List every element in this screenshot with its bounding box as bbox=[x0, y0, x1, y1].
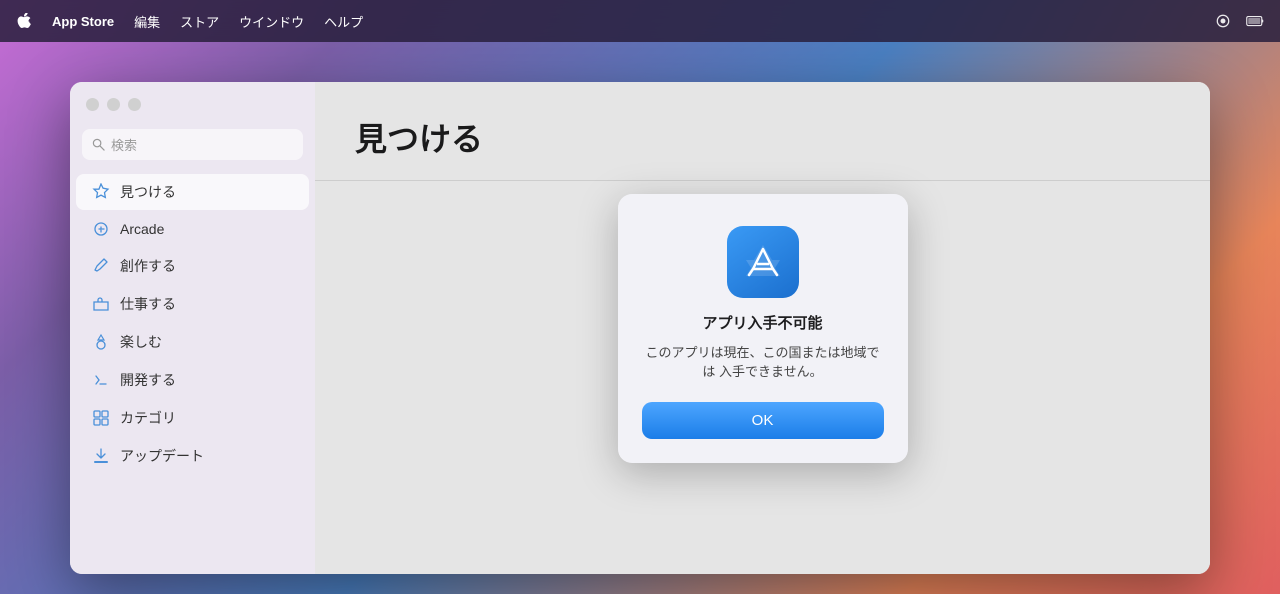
sidebar-item-develop[interactable]: 開発する bbox=[76, 362, 309, 398]
sidebar-item-work[interactable]: 仕事する bbox=[76, 286, 309, 322]
sidebar-item-updates[interactable]: アップデート bbox=[76, 438, 309, 474]
sidebar-label-updates: アップデート bbox=[120, 446, 204, 466]
star-icon bbox=[92, 183, 110, 201]
dialog-ok-button[interactable]: OK bbox=[642, 402, 884, 439]
apple-logo-icon bbox=[16, 13, 32, 29]
appstore-icon bbox=[740, 239, 786, 285]
traffic-light-close[interactable] bbox=[86, 98, 99, 111]
dialog-overlay: アプリ入手不可能 このアプリは現在、この国または地域では 入手できません。 OK bbox=[315, 82, 1210, 574]
app-name-menu[interactable]: App Store bbox=[52, 14, 114, 29]
sidebar-item-categories[interactable]: カテゴリ bbox=[76, 400, 309, 436]
sidebar: 検索 見つける Arcade 創作する bbox=[70, 82, 315, 574]
search-icon bbox=[92, 138, 105, 151]
sidebar-label-play: 楽しむ bbox=[120, 332, 162, 352]
traffic-light-maximize[interactable] bbox=[128, 98, 141, 111]
dialog-message: このアプリは現在、この国または地域では 入手できません。 bbox=[642, 343, 884, 382]
menu-window[interactable]: ウインドウ bbox=[239, 12, 304, 31]
arcade-icon bbox=[92, 220, 110, 238]
work-icon bbox=[92, 295, 110, 313]
window-body: 検索 見つける Arcade 創作する bbox=[70, 82, 1210, 574]
grid-icon bbox=[92, 409, 110, 427]
sidebar-item-play[interactable]: 楽しむ bbox=[76, 324, 309, 360]
dialog-title: アプリ入手不可能 bbox=[702, 312, 822, 333]
download-icon bbox=[92, 447, 110, 465]
search-placeholder: 検索 bbox=[111, 135, 137, 154]
traffic-light-minimize[interactable] bbox=[107, 98, 120, 111]
sidebar-label-develop: 開発する bbox=[120, 370, 176, 390]
play-icon bbox=[92, 333, 110, 351]
sidebar-label-create: 創作する bbox=[120, 256, 176, 276]
app-window: 検索 見つける Arcade 創作する bbox=[70, 82, 1210, 574]
traffic-lights bbox=[70, 98, 315, 127]
sidebar-label-categories: カテゴリ bbox=[120, 408, 176, 428]
menu-store[interactable]: ストア bbox=[180, 12, 219, 31]
menubar: App Store 編集 ストア ウインドウ ヘルプ bbox=[0, 0, 1280, 42]
sidebar-item-create[interactable]: 創作する bbox=[76, 248, 309, 284]
menu-edit[interactable]: 編集 bbox=[134, 12, 160, 31]
sidebar-label-work: 仕事する bbox=[120, 294, 176, 314]
develop-icon bbox=[92, 371, 110, 389]
dialog-app-icon bbox=[727, 226, 799, 298]
menubar-right-icons bbox=[1214, 12, 1264, 30]
sidebar-item-arcade[interactable]: Arcade bbox=[76, 212, 309, 246]
search-bar[interactable]: 検索 bbox=[82, 129, 303, 160]
sidebar-label-discover: 見つける bbox=[120, 182, 176, 202]
sidebar-item-discover[interactable]: 見つける bbox=[76, 174, 309, 210]
control-center-icon[interactable] bbox=[1214, 12, 1232, 30]
menu-help[interactable]: ヘルプ bbox=[324, 12, 363, 31]
pencil-icon bbox=[92, 257, 110, 275]
sidebar-label-arcade: Arcade bbox=[120, 221, 164, 237]
display-icon[interactable] bbox=[1246, 12, 1264, 30]
app-unavailable-dialog: アプリ入手不可能 このアプリは現在、この国または地域では 入手できません。 OK bbox=[618, 194, 908, 463]
main-content: 見つける bbox=[315, 82, 1210, 574]
